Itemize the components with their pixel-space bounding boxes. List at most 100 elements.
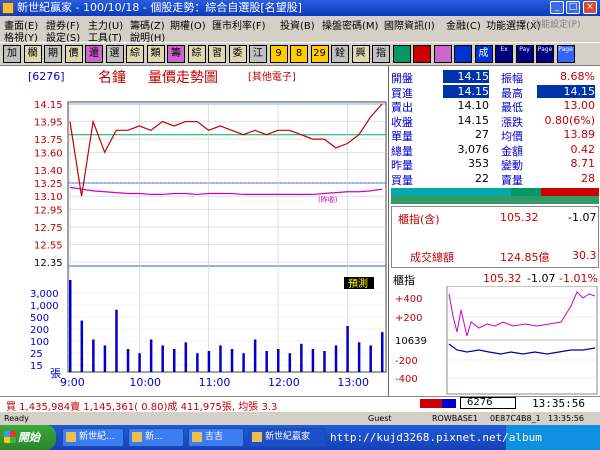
time-tick: 12:00 [268,376,300,389]
taskbar-item-1[interactable]: 新世紀... [62,428,124,447]
time-tick: 10:00 [129,376,161,389]
volume-tick: 200 [30,325,49,336]
chart-title: 量價走勢圖 [148,69,218,86]
toolbar-button-12[interactable]: 江 [249,45,267,63]
toolbar-button-18[interactable]: 指 [372,45,390,63]
otc-index-change: -1.07 [568,211,597,224]
stock-code: [6276] [28,70,65,83]
toolbar-button-3[interactable]: 價 [64,45,83,63]
app-icon [192,431,202,442]
bid-ask-bar [391,188,599,204]
volume-bar [277,349,280,372]
status-time: 13:35:56 [548,414,584,423]
toolbar-button-15[interactable]: 29 [310,45,329,63]
toolbar-button-5[interactable]: 選 [105,45,124,63]
taskbar-item-label: 新世紀... [79,432,115,442]
volume-bar [242,353,245,372]
toolbar-button-24[interactable]: Ex [495,45,513,63]
toolbar-button-11[interactable]: 委 [228,45,247,63]
volume-bar [323,351,326,372]
maximize-button[interactable]: □ [566,1,580,14]
volume-bar [219,345,222,372]
toolbar-button-1[interactable]: 欄 [23,45,42,63]
start-button[interactable]: 開始 [0,425,56,450]
volume-bar [196,353,199,372]
time-tick: 11:00 [199,376,231,389]
menu-item-intl-info[interactable]: 國際資訊(I) [384,17,435,32]
minimize-button[interactable]: _ [550,1,564,14]
volume-bar [161,345,164,372]
toolbar-button-27[interactable]: Page [556,45,575,63]
volume-bar [92,339,95,372]
menu-item-finance[interactable]: 金融(C) [446,17,481,32]
turnover-label: 成交總額 [410,251,454,264]
taskbar-item-active[interactable]: 新世紀贏家 [248,428,326,447]
stock-category: [其他電子] [248,70,296,83]
taskbar-item-2[interactable]: 新... [128,428,184,447]
otc-index-panel: 櫃指(含) 105.32 -1.07 成交總額 124.85億 30.3 [391,206,599,268]
volume-bar [138,353,141,372]
window-titlebar[interactable]: 新世紀贏家 - 100/10/18 - 個股走勢：綜合自選股[名望股] _ □ … [0,0,600,16]
quote-value: 13.00 [563,99,596,112]
quote-value: 8.71 [570,157,596,170]
stock-name: 名鐘 [98,69,126,86]
mini-chart-tick: 10639 [395,336,427,347]
toolbar-button-2[interactable]: 期 [44,45,62,63]
quote-value: 0.42 [570,142,596,156]
volume-tick: 15 [30,361,43,372]
toolbar-button-19[interactable] [392,45,411,63]
status-bar: Ready Guest ROWBASE1 0E87C4B8_1 13:35:56 [0,411,600,426]
toolbar-button-25[interactable]: Pay [515,45,534,63]
quote-value: 14.10 [457,99,490,112]
toolbar-button-8[interactable]: 籌 [167,45,185,63]
toolbar-button-16[interactable]: 銓 [331,45,349,63]
toolbar: 加欄期價還選綜類籌綜習委江 9 8 29 銓興指成 Ex Pay Page Page [0,42,600,66]
otc-index-label: 櫃指(含) [398,213,440,226]
app-icon [66,431,76,442]
windows-logo-icon [4,431,16,443]
stock-code-box[interactable]: 6276 [460,397,516,409]
close-button[interactable]: × [583,1,597,14]
volume-tick: 500 [30,313,49,324]
toolbar-button-6[interactable]: 綜 [126,45,144,63]
time-tick: 13:00 [337,376,369,389]
toolbar-button-13[interactable]: 9 [269,45,288,63]
menu-item-function-settings[interactable]: 功能設定(P) [532,17,580,30]
toolbar-button-7[interactable]: 類 [146,45,165,63]
menu-item-options[interactable]: 期權(O) [170,17,206,32]
quote-panel: 開盤 14.15 振幅 8.68% 買進 14.15 最高 14.15 賣出 14.10 最低 13.… [388,66,600,396]
toolbar-button-9[interactable]: 綜 [187,45,206,63]
status-user: Guest [368,414,392,423]
taskbar-item-3[interactable]: 吉吉 [188,428,244,447]
price-tick: 13.40 [34,166,63,177]
price-tick: 13.60 [34,148,63,159]
toolbar-button-0[interactable]: 加 [3,45,21,63]
volume-bar [173,349,176,372]
toolbar-button-20[interactable] [413,45,431,63]
toolbar-button-22[interactable] [454,45,472,63]
buy-pressure-bar [420,399,442,408]
toolbar-button-17[interactable]: 興 [351,45,370,63]
quote-label: 賣量 [501,173,523,187]
intraday-chart: [6276] 名鐘 量價走勢圖 [其他電子] 14.15 13.95 13.75 13… [0,66,388,396]
toolbar-button-23[interactable]: 成 [474,45,493,63]
turnover-change: 30.3 [572,249,597,262]
price-tick: 12.35 [34,258,63,269]
toolbar-button-21[interactable] [433,45,452,63]
toolbar-button-10[interactable]: 習 [208,45,226,63]
watermark-url: http://kujd3268.pixnet.net/album [330,431,542,444]
price-tick: 14.15 [34,100,63,111]
toolbar-button-26[interactable]: Page [536,45,554,63]
menu-item-investment[interactable]: 投資(B) [280,17,315,32]
status-server: ROWBASE1 [432,414,478,423]
start-label: 開始 [18,431,40,444]
app-icon [132,431,142,442]
menu-item-trading-code[interactable]: 操盤密碼(M) [322,17,378,32]
toolbar-button-4[interactable]: 還 [85,45,103,63]
estimate-volume-badge[interactable]: 預測 [348,277,368,290]
menu-bar: 畫面(E) 證券(F) 主力(U) 籌碼(Z) 期權(O) 匯市利率(F) 投資… [0,16,600,44]
volume-bar [207,351,211,372]
toolbar-button-14[interactable]: 8 [290,45,308,63]
menu-item-fx-rates[interactable]: 匯市利率(F) [212,17,266,32]
volume-tick: 3,000 [30,289,59,300]
